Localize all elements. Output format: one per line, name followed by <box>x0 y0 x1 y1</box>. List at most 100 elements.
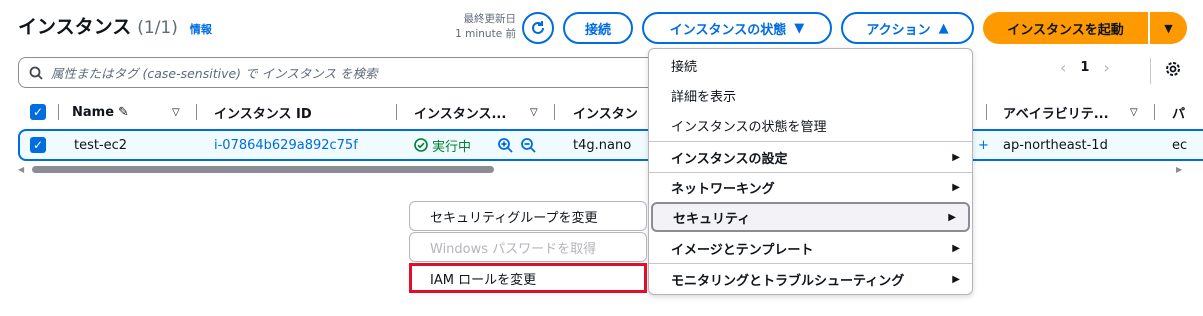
caret-right-icon: ▶ <box>948 211 956 223</box>
scrollbar-thumb[interactable] <box>32 166 494 173</box>
column-divider <box>986 104 987 120</box>
check-icon: ✓ <box>30 104 46 120</box>
pagination: ‹ 1 › <box>1060 58 1110 77</box>
menu-item-security[interactable]: セキュリティ ▶ <box>651 202 970 232</box>
cell-type: t4g.nano <box>573 137 632 153</box>
column-divider <box>554 104 555 120</box>
last-updated-label: 最終更新日 <box>463 13 517 25</box>
connect-button-label: 接続 <box>584 22 611 38</box>
menu-item-label: ネットワーキング <box>671 181 775 197</box>
table-row[interactable]: ✓ test-ec2 i-07864b629a892c75f 実行中 t4g.n… <box>18 129 1203 161</box>
menu-item-monitoring[interactable]: モニタリングとトラブルシューティング ▶ <box>649 264 972 294</box>
scroll-left-icon[interactable]: ◀ <box>18 165 24 174</box>
column-header-extra[interactable]: パ <box>1172 98 1185 126</box>
column-divider <box>58 104 59 120</box>
menu-item-label: モニタリングとトラブルシューティング <box>671 273 905 289</box>
current-page[interactable]: 1 <box>1080 60 1089 75</box>
menu-item-label: 詳細を表示 <box>671 89 737 105</box>
sort-icon[interactable]: ▽ <box>172 98 180 126</box>
caret-right-icon: ▶ <box>952 181 960 193</box>
actions-menu: 接続 詳細を表示 インスタンスの状態を管理 インスタンスの設定 ▶ ネットワーキン… <box>648 48 973 295</box>
menu-item-instance-settings[interactable]: インスタンスの設定 ▶ <box>649 142 972 172</box>
column-header-label: インスタンス... <box>414 106 507 122</box>
page-title: インスタンス <box>18 16 132 38</box>
menu-item-view-details[interactable]: 詳細を表示 <box>649 80 972 110</box>
instance-state-button-label: インスタンスの状態 <box>669 22 787 38</box>
menu-item-label: セキュリティ <box>673 211 751 227</box>
prev-page-button[interactable]: ‹ <box>1060 58 1066 77</box>
actions-button-label: アクション <box>866 22 931 38</box>
sort-icon[interactable]: ▽ <box>1130 98 1138 126</box>
last-updated: 最終更新日 1 minute 前 <box>440 12 516 42</box>
column-header-label: アベイラビリテ... <box>1003 106 1109 122</box>
menu-item-label: インスタンスの状態を管理 <box>671 119 827 135</box>
search-placeholder: 属性またはタグ (case-sensitive) で インスタンス を検索 <box>51 66 378 81</box>
select-all-checkbox[interactable]: ✓ <box>30 98 46 126</box>
column-divider <box>196 104 197 120</box>
selection-count: (1/1) <box>137 18 178 38</box>
caret-down-icon: ▼ <box>794 20 805 36</box>
cell-instance-id[interactable]: i-07864b629a892c75f <box>214 131 358 159</box>
menu-item-images-templates[interactable]: イメージとテンプレート ▶ <box>649 233 972 263</box>
actions-button[interactable]: アクション ▲ <box>841 12 974 44</box>
column-header-label: インスタン <box>573 106 638 122</box>
column-divider <box>396 104 397 120</box>
submenu-item-modify-iam-role[interactable]: IAM ロールを変更 <box>409 263 647 293</box>
menu-item-label: イメージとテンプレート <box>671 242 814 258</box>
last-updated-value: 1 minute 前 <box>455 28 516 40</box>
column-header-type[interactable]: インスタン <box>573 98 638 126</box>
scroll-right-icon[interactable]: ▶ <box>1176 165 1182 174</box>
caret-right-icon: ▶ <box>952 273 960 285</box>
page-header: インスタンス (1/1) 情報 <box>18 12 212 39</box>
zoom-in-icon[interactable] <box>497 131 513 159</box>
horizontal-scrollbar[interactable]: ◀ ▶ <box>18 165 1188 175</box>
submenu-item-label: Windows パスワードを取得 <box>430 241 597 257</box>
column-header-name[interactable]: Name ✎ <box>72 98 129 126</box>
menu-item-networking[interactable]: ネットワーキング ▶ <box>649 172 972 202</box>
check-circle-icon <box>414 138 428 152</box>
cell-state: 実行中 <box>414 131 471 159</box>
column-header-instance-id[interactable]: インスタンス ID <box>214 98 312 126</box>
menu-item-manage-state[interactable]: インスタンスの状態を管理 <box>649 110 972 140</box>
column-header-az[interactable]: アベイラビリテ... <box>1003 98 1109 126</box>
refresh-button[interactable] <box>522 12 554 44</box>
menu-item-connect[interactable]: 接続 <box>649 50 972 80</box>
submenu-item-label: IAM ロールを変更 <box>430 272 537 288</box>
caret-up-icon: ▲ <box>938 20 949 36</box>
launch-instance-button[interactable]: インスタンスを起動 <box>983 12 1148 44</box>
instance-state-button[interactable]: インスタンスの状態 ▼ <box>642 12 832 44</box>
launch-instance-group: インスタンスを起動 ▼ <box>983 12 1187 44</box>
table-header: ✓ Name ✎ ▽ インスタンス ID インスタンス... ▽ インスタン ア… <box>18 98 1203 126</box>
check-icon: ✓ <box>30 137 46 153</box>
submenu-item-get-windows-password: Windows パスワードを取得 <box>409 232 647 262</box>
gear-icon[interactable] <box>1162 58 1184 80</box>
menu-item-label: インスタンスの設定 <box>671 151 788 167</box>
pencil-icon: ✎ <box>118 104 129 120</box>
menu-item-label: 接続 <box>671 59 698 75</box>
caret-down-icon: ▼ <box>1164 21 1173 35</box>
zoom-out-icon[interactable] <box>520 131 536 159</box>
cell-az: ap-northeast-1d <box>1003 137 1108 153</box>
divider <box>1150 58 1151 84</box>
column-header-label: パ <box>1172 106 1186 122</box>
column-divider <box>1154 104 1155 120</box>
caret-right-icon: ▶ <box>952 151 960 163</box>
security-submenu: セキュリティグループを変更 Windows パスワードを取得 IAM ロールを変… <box>409 201 647 295</box>
state-label: 実行中 <box>432 139 472 155</box>
column-header-label: Name <box>72 104 115 120</box>
row-checkbox[interactable]: ✓ <box>30 131 46 159</box>
connect-button[interactable]: 接続 <box>563 12 633 44</box>
column-header-state[interactable]: インスタンス... <box>414 98 506 126</box>
submenu-item-change-security-groups[interactable]: セキュリティグループを変更 <box>409 201 647 231</box>
sort-icon[interactable]: ▽ <box>530 98 538 126</box>
search-input[interactable]: 属性またはタグ (case-sensitive) で インスタンス を検索 <box>18 57 698 88</box>
cell-name: test-ec2 <box>74 137 128 153</box>
info-link[interactable]: 情報 <box>190 21 212 37</box>
cell-extra: ec <box>1172 137 1188 153</box>
launch-dropdown-button[interactable]: ▼ <box>1150 12 1187 44</box>
caret-right-icon: ▶ <box>952 242 960 254</box>
search-icon <box>29 66 43 80</box>
next-page-button[interactable]: › <box>1103 58 1109 77</box>
plus-icon[interactable]: + <box>978 131 989 159</box>
submenu-item-label: セキュリティグループを変更 <box>430 210 598 226</box>
